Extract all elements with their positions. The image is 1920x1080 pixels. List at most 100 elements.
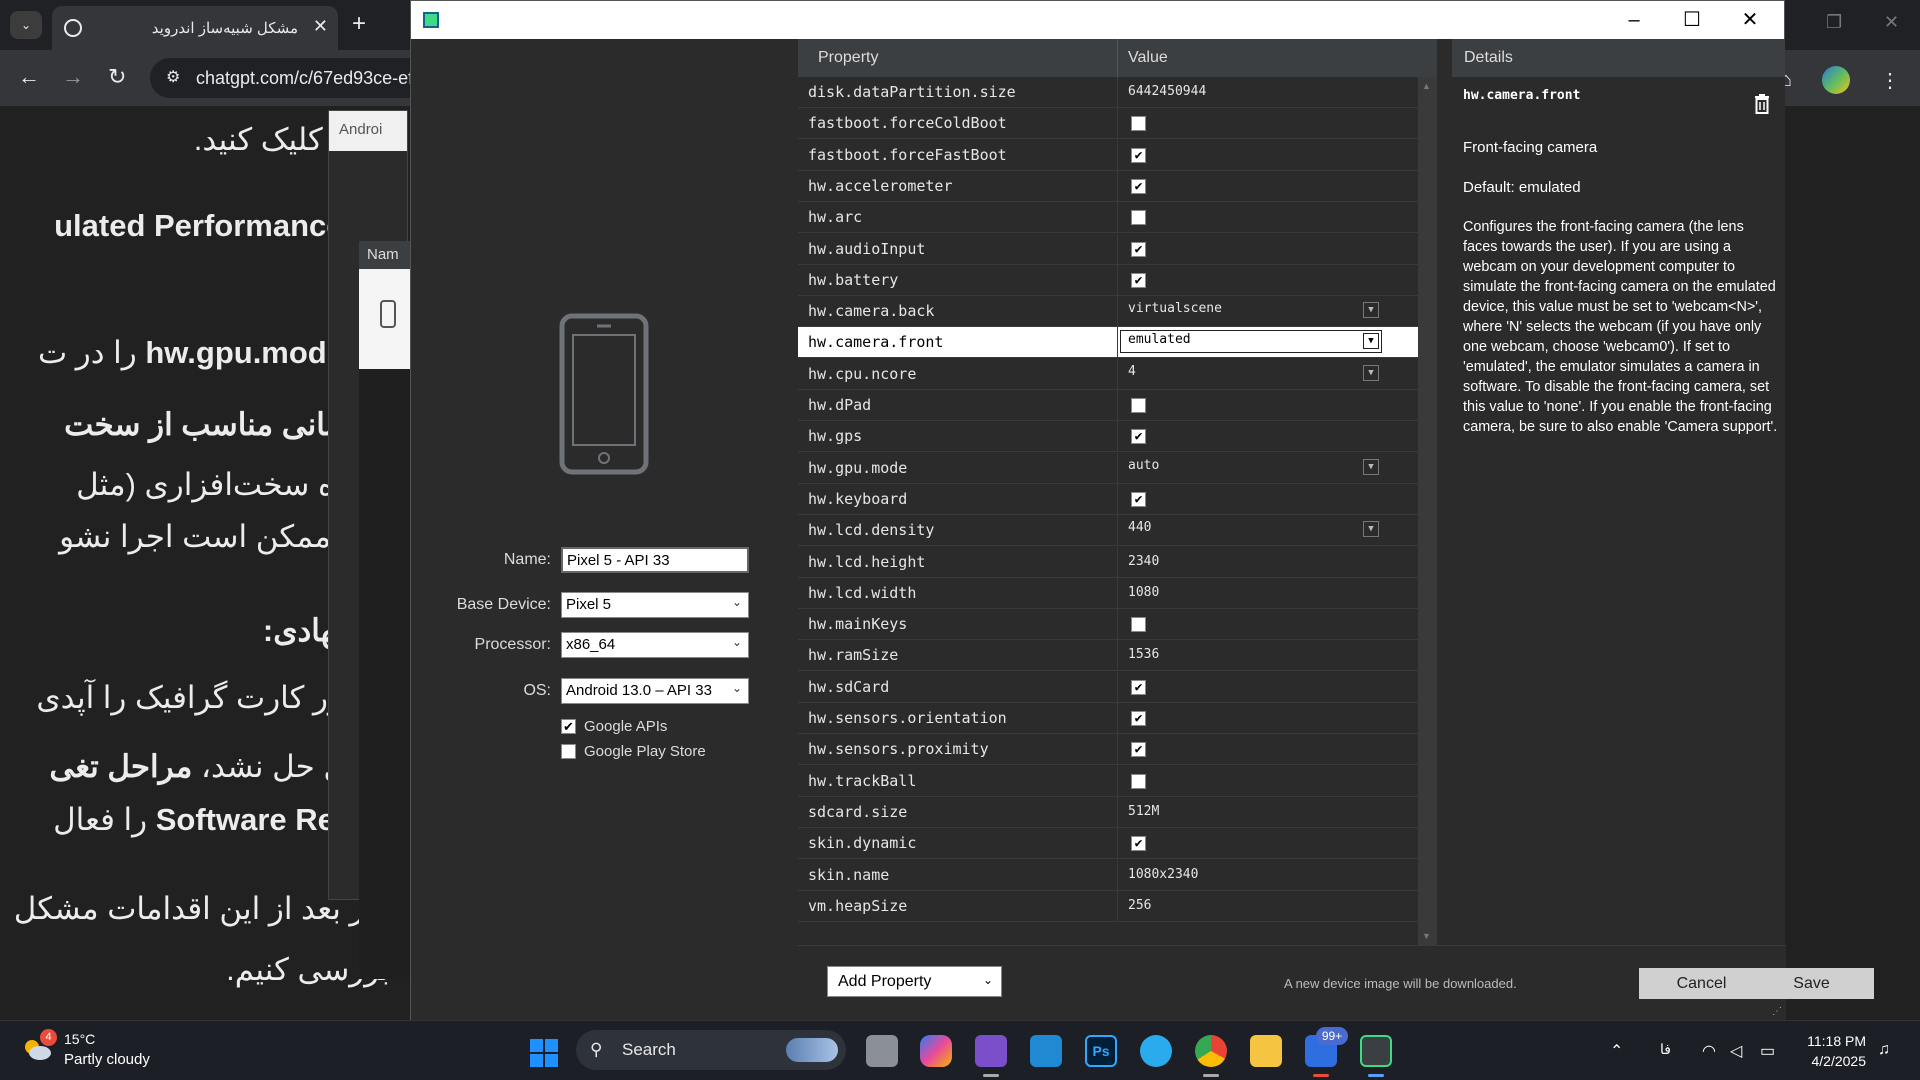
vscode-icon[interactable] xyxy=(1030,1035,1062,1067)
processor-select[interactable]: x86_64 ⌄ xyxy=(561,632,749,658)
property-checkbox[interactable] xyxy=(1131,617,1146,633)
notifications-icon[interactable]: ♫ xyxy=(1878,1041,1890,1059)
property-checkbox[interactable]: ✔ xyxy=(1131,491,1146,507)
property-row[interactable]: hw.battery ✔ xyxy=(798,264,1418,296)
property-row[interactable]: hw.sdCard ✔ xyxy=(798,671,1418,703)
property-value[interactable]: 256 xyxy=(1128,898,1151,913)
property-row[interactable]: hw.dPad xyxy=(798,390,1418,421)
property-value[interactable]: 1080 xyxy=(1128,585,1159,600)
chrome-icon[interactable] xyxy=(1195,1035,1227,1067)
property-row[interactable]: hw.sensors.proximity ✔ xyxy=(798,734,1418,766)
property-row[interactable]: hw.gps ✔ xyxy=(798,421,1418,453)
checkbox-box[interactable]: ✔ xyxy=(561,719,576,734)
minimize-button[interactable]: – xyxy=(1606,5,1662,35)
save-button[interactable]: Save xyxy=(1749,968,1874,999)
property-checkbox[interactable]: ✔ xyxy=(1131,241,1146,257)
visual-studio-icon[interactable] xyxy=(975,1035,1007,1067)
property-row[interactable]: hw.cpu.ncore 4 ▼ xyxy=(798,358,1418,390)
property-checkbox[interactable]: ✔ xyxy=(1131,679,1146,695)
property-dropdown-value[interactable]: 440 xyxy=(1128,520,1151,535)
maximize-button[interactable]: ☐ xyxy=(1664,5,1720,35)
show-hidden-icons[interactable]: ⌃ xyxy=(1610,1041,1623,1061)
language-indicator[interactable]: فا xyxy=(1660,1041,1671,1058)
property-row[interactable]: hw.ramSize 1536 xyxy=(798,640,1418,672)
property-dropdown-value[interactable]: emulated xyxy=(1128,332,1191,347)
clock[interactable]: 11:18 PM 4/2/2025 xyxy=(1796,1031,1866,1071)
property-row[interactable]: hw.lcd.density 440 ▼ xyxy=(798,515,1418,547)
property-value[interactable]: 1536 xyxy=(1128,647,1159,662)
volume-icon[interactable]: ◁ xyxy=(1730,1041,1742,1061)
property-dropdown-value[interactable]: virtualscene xyxy=(1128,301,1222,316)
file-explorer-icon[interactable] xyxy=(1250,1035,1282,1067)
property-dropdown-value[interactable]: auto xyxy=(1128,458,1159,473)
property-row[interactable]: fastboot.forceColdBoot xyxy=(798,108,1418,140)
property-row[interactable]: hw.mainKeys xyxy=(798,609,1418,641)
google-play-checkbox[interactable]: Google Play Store xyxy=(561,743,706,760)
resize-grip-icon[interactable]: ⋰ xyxy=(1772,1006,1782,1017)
chevron-down-icon[interactable]: ▼ xyxy=(1363,364,1379,381)
property-checkbox[interactable]: ✔ xyxy=(1131,836,1146,852)
property-checkbox[interactable]: ✔ xyxy=(1131,147,1146,163)
trash-icon[interactable] xyxy=(1754,94,1770,114)
taskbar-search[interactable]: ⚲ Search xyxy=(576,1030,846,1070)
property-row[interactable]: hw.audioInput ✔ xyxy=(798,233,1418,265)
copilot-icon[interactable] xyxy=(920,1035,952,1067)
property-value[interactable]: 1080x2340 xyxy=(1128,867,1198,882)
chevron-down-icon[interactable]: ▼ xyxy=(1363,521,1379,538)
property-row[interactable]: vm.heapSize 256 xyxy=(798,890,1418,922)
property-row[interactable]: hw.keyboard ✔ xyxy=(798,483,1418,515)
property-row[interactable]: hw.lcd.width 1080 xyxy=(798,577,1418,609)
table-scrollbar[interactable]: ▲ ▼ xyxy=(1418,77,1437,945)
scroll-up-icon[interactable]: ▲ xyxy=(1422,81,1431,91)
property-row[interactable]: hw.arc xyxy=(798,202,1418,234)
add-property-dropdown[interactable]: Add Property ⌄ xyxy=(827,966,1002,997)
checkbox-box[interactable] xyxy=(561,744,576,759)
column-divider[interactable] xyxy=(1117,39,1118,77)
property-row[interactable]: hw.camera.front emulated ▼ xyxy=(798,327,1418,359)
battery-icon[interactable]: ▭ xyxy=(1760,1041,1775,1061)
device-name-input[interactable]: Pixel 5 - API 33 xyxy=(561,547,749,573)
property-row[interactable]: skin.dynamic ✔ xyxy=(798,828,1418,860)
property-checkbox[interactable]: ✔ xyxy=(1131,178,1146,194)
os-select[interactable]: Android 13.0 – API 33 ⌄ xyxy=(561,678,749,704)
telegram-icon[interactable] xyxy=(1140,1035,1172,1067)
photoshop-icon[interactable]: Ps xyxy=(1085,1035,1117,1067)
chevron-down-icon[interactable]: ▼ xyxy=(1363,458,1379,475)
chevron-down-icon[interactable]: ▼ xyxy=(1363,333,1379,350)
property-checkbox[interactable]: ✔ xyxy=(1131,429,1146,445)
profile-avatar[interactable] xyxy=(1822,66,1850,94)
property-dropdown-value[interactable]: 4 xyxy=(1128,364,1136,379)
property-row[interactable]: hw.lcd.height 2340 xyxy=(798,546,1418,578)
property-row[interactable]: sdcard.size 512M xyxy=(798,796,1418,828)
property-value[interactable]: 512M xyxy=(1128,804,1159,819)
property-value[interactable]: 2340 xyxy=(1128,554,1159,569)
restore-icon[interactable]: ❐ xyxy=(1826,12,1842,33)
menu-icon[interactable]: ⋮ xyxy=(1880,68,1900,93)
close-button[interactable]: ✕ xyxy=(1722,5,1778,35)
property-checkbox[interactable] xyxy=(1131,210,1146,226)
property-row[interactable]: hw.sensors.orientation ✔ xyxy=(798,703,1418,734)
task-view-icon[interactable] xyxy=(866,1035,898,1067)
scroll-down-icon[interactable]: ▼ xyxy=(1422,931,1431,941)
property-checkbox[interactable]: ✔ xyxy=(1131,711,1146,726)
property-row[interactable]: skin.name 1080x2340 xyxy=(798,859,1418,891)
property-row[interactable]: hw.accelerometer ✔ xyxy=(798,170,1418,202)
property-row[interactable]: hw.camera.back virtualscene ▼ xyxy=(798,296,1418,328)
property-row[interactable]: hw.trackBall xyxy=(798,765,1418,797)
property-row[interactable]: fastboot.forceFastBoot ✔ xyxy=(798,139,1418,171)
property-row[interactable]: hw.gpu.mode auto ▼ xyxy=(798,452,1418,484)
property-value[interactable]: 6442450944 xyxy=(1128,84,1206,99)
android-studio-taskbar-icon[interactable] xyxy=(1360,1035,1392,1067)
property-checkbox[interactable] xyxy=(1131,116,1146,132)
property-checkbox[interactable]: ✔ xyxy=(1131,272,1146,288)
close-window-icon[interactable]: ✕ xyxy=(1884,12,1899,33)
chevron-down-icon[interactable]: ▼ xyxy=(1363,302,1379,319)
property-checkbox[interactable]: ✔ xyxy=(1131,742,1146,758)
property-row[interactable]: disk.dataPartition.size 6442450944 xyxy=(798,77,1418,108)
property-checkbox[interactable] xyxy=(1131,773,1146,789)
property-checkbox[interactable] xyxy=(1131,398,1146,413)
wifi-icon[interactable]: ◠ xyxy=(1702,1041,1716,1061)
start-button[interactable] xyxy=(530,1039,558,1067)
cancel-button[interactable]: Cancel xyxy=(1639,968,1764,999)
google-apis-checkbox[interactable]: ✔ Google APIs xyxy=(561,718,667,735)
